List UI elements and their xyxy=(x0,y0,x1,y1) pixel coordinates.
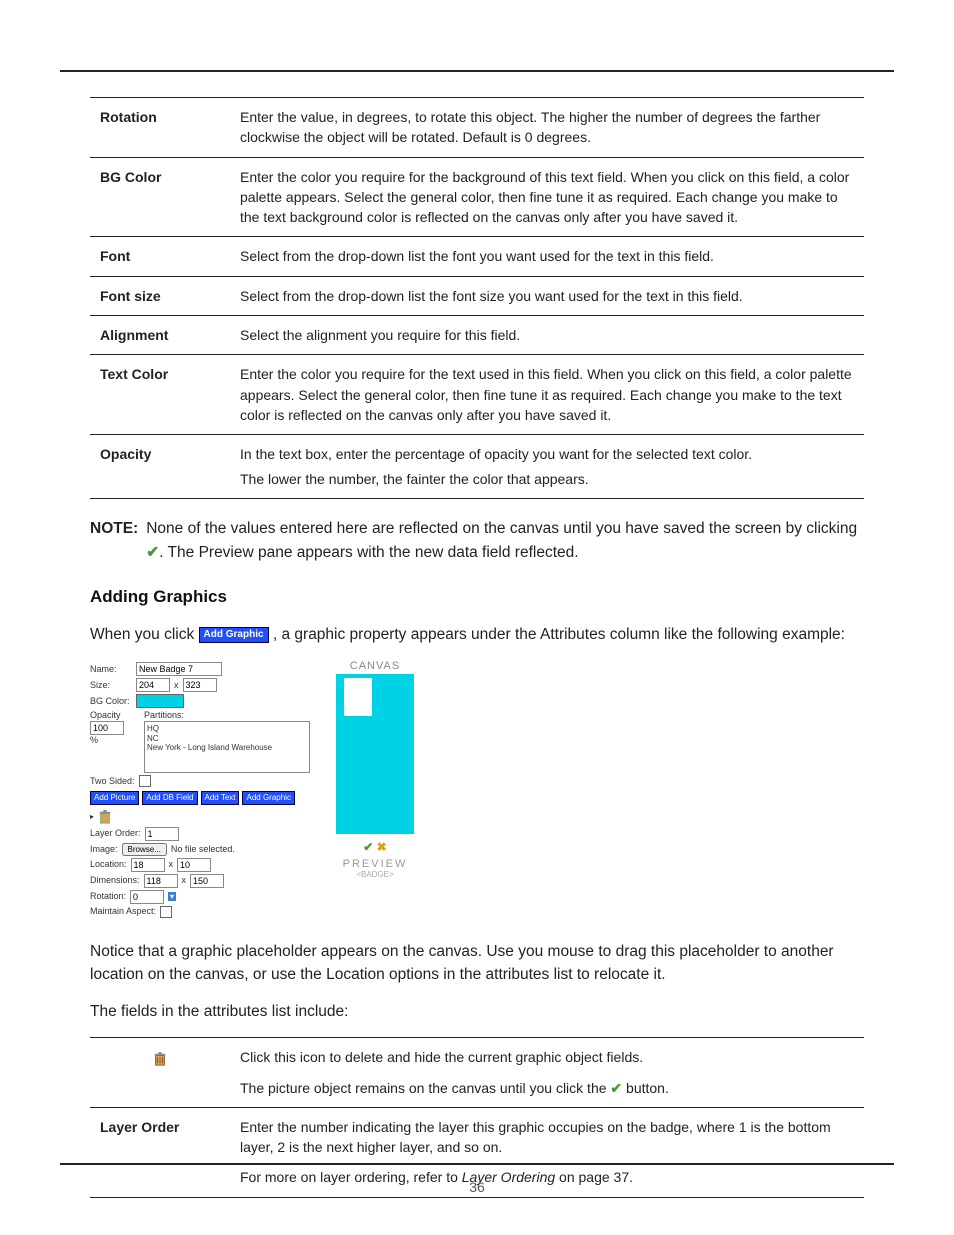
canvas-title: CANVAS xyxy=(320,660,430,672)
intro-text-a: When you click xyxy=(90,626,199,643)
intro-paragraph: When you click Add Graphic , a graphic p… xyxy=(90,623,864,646)
table-row: Click this icon to delete and hide the c… xyxy=(90,1038,864,1108)
fig-twosided-checkbox[interactable] xyxy=(139,775,151,787)
fig-browse-button[interactable]: Browse... xyxy=(122,843,167,856)
attributes-panel: Name: Size:x BG Color: Opacity % Partiti… xyxy=(90,660,310,919)
fig-layer-label: Layer Order: xyxy=(90,828,141,839)
row-key: Alignment xyxy=(90,316,230,355)
row-key: Opacity xyxy=(90,435,230,499)
table-row: Opacity In the text box, enter the perce… xyxy=(90,435,864,499)
fig-maintain-checkbox[interactable] xyxy=(160,906,172,918)
fig-image-label: Image: xyxy=(90,844,118,855)
fig-partitions-list[interactable]: HQ NC New York - Long Island Warehouse xyxy=(144,721,310,773)
save-icon[interactable]: ✔ xyxy=(363,840,373,854)
graphic-placeholder[interactable] xyxy=(344,678,372,716)
partition-item[interactable]: New York - Long Island Warehouse xyxy=(147,743,307,753)
section-heading: Adding Graphics xyxy=(90,587,864,607)
row-key: Rotation xyxy=(90,98,230,158)
fig-bgcolor-swatch[interactable] xyxy=(136,694,184,708)
row-val: Select from the drop-down list the font … xyxy=(230,237,864,276)
note-text-a: None of the values entered here are refl… xyxy=(146,520,857,537)
partition-item[interactable]: HQ xyxy=(147,724,307,734)
canvas-panel: CANVAS ✔ ✖ PREVIEW <BADGE> xyxy=(320,660,430,919)
trash-desc-2a: The picture object remains on the canvas… xyxy=(240,1080,610,1096)
row-val: Enter the color you require for the back… xyxy=(230,157,864,237)
fig-btn-add-text[interactable]: Add Text xyxy=(201,791,240,805)
row-val: Select the alignment you require for thi… xyxy=(230,316,864,355)
fig-bgcolor-label: BG Color: xyxy=(90,696,132,707)
fig-size-h[interactable] xyxy=(183,678,217,692)
fig-buttons-row: Add Picture Add DB Field Add Text Add Gr… xyxy=(90,791,310,805)
fig-name-label: Name: xyxy=(90,664,132,675)
fig-partitions-label: Partitions: xyxy=(144,710,310,721)
trash-icon-cell xyxy=(90,1038,230,1108)
note-body: None of the values entered here are refl… xyxy=(146,517,864,565)
checkmark-icon: ✔ xyxy=(610,1080,622,1096)
fig-loc-x[interactable] xyxy=(131,858,165,872)
fig-dimensions-label: Dimensions: xyxy=(90,875,140,886)
row-key: Font size xyxy=(90,276,230,315)
page-number: 36 xyxy=(0,1179,954,1195)
rotation-dropdown-icon[interactable]: ▾ xyxy=(168,892,176,902)
trash-desc-2b: button. xyxy=(622,1080,669,1096)
note-label: NOTE: xyxy=(90,517,138,565)
properties-table-2: Click this icon to delete and hide the c… xyxy=(90,1037,864,1197)
fig-size-w[interactable] xyxy=(136,678,170,692)
cancel-icon[interactable]: ✖ xyxy=(377,840,387,854)
row-val: Enter the value, in degrees, to rotate t… xyxy=(230,98,864,158)
layer-desc-1: Enter the number indicating the layer th… xyxy=(240,1119,831,1155)
fig-twosided-label: Two Sided: xyxy=(90,776,135,787)
fig-location-label: Location: xyxy=(90,859,127,870)
fig-size-label: Size: xyxy=(90,680,132,691)
row-key: Font xyxy=(90,237,230,276)
paragraph-fields-intro: The fields in the attributes list includ… xyxy=(90,1000,864,1023)
row-val: Enter the color you require for the text… xyxy=(230,355,864,435)
fig-dim-h[interactable] xyxy=(190,874,224,888)
fig-layer-input[interactable] xyxy=(145,827,179,841)
checkmark-icon: ✔ xyxy=(146,544,159,561)
row-val: Select from the drop-down list the font … xyxy=(230,276,864,315)
trash-icon[interactable] xyxy=(153,1051,167,1067)
trash-desc-1: Click this icon to delete and hide the c… xyxy=(240,1049,643,1065)
fig-opacity-label: Opacity xyxy=(90,710,140,721)
fig-opacity-unit: % xyxy=(90,735,140,746)
row-val: Click this icon to delete and hide the c… xyxy=(230,1038,864,1108)
fig-dim-w[interactable] xyxy=(144,874,178,888)
row-key: Text Color xyxy=(90,355,230,435)
table-row: Text ColorEnter the color you require fo… xyxy=(90,355,864,435)
fig-name-input[interactable] xyxy=(136,662,222,676)
preview-label: PREVIEW xyxy=(320,858,430,870)
partition-item[interactable]: NC xyxy=(147,734,307,744)
fig-btn-add-dbfield[interactable]: Add DB Field xyxy=(142,791,197,805)
fig-loc-y[interactable] xyxy=(177,858,211,872)
table-row: AlignmentSelect the alignment you requir… xyxy=(90,316,864,355)
row-key: BG Color xyxy=(90,157,230,237)
fig-rotation-label: Rotation: xyxy=(90,891,126,902)
properties-table-1: RotationEnter the value, in degrees, to … xyxy=(90,97,864,499)
fig-opacity-input[interactable] xyxy=(90,721,124,735)
row-val: In the text box, enter the percentage of… xyxy=(230,435,864,499)
table-row: FontSelect from the drop-down list the f… xyxy=(90,237,864,276)
add-graphic-button[interactable]: Add Graphic xyxy=(199,627,269,643)
intro-text-b: , a graphic property appears under the A… xyxy=(269,626,845,643)
fig-maintain-label: Maintain Aspect: xyxy=(90,906,156,917)
canvas-area[interactable] xyxy=(336,674,414,834)
badge-tag: <BADGE> xyxy=(320,870,430,879)
note-text-b: . The Preview pane appears with the new … xyxy=(159,544,578,561)
trash-icon[interactable] xyxy=(98,809,112,825)
table-row: RotationEnter the value, in degrees, to … xyxy=(90,98,864,158)
table-row: BG ColorEnter the color you require for … xyxy=(90,157,864,237)
note-block: NOTE: None of the values entered here ar… xyxy=(90,517,864,565)
fig-rotation-input[interactable] xyxy=(130,890,164,904)
paragraph-notice: Notice that a graphic placeholder appear… xyxy=(90,940,864,987)
fig-btn-add-picture[interactable]: Add Picture xyxy=(90,791,139,805)
attributes-figure: Name: Size:x BG Color: Opacity % Partiti… xyxy=(90,660,864,919)
opacity-line1: In the text box, enter the percentage of… xyxy=(240,446,752,462)
fig-no-file: No file selected. xyxy=(171,844,235,855)
table-row: Font sizeSelect from the drop-down list … xyxy=(90,276,864,315)
fig-btn-add-graphic[interactable]: Add Graphic xyxy=(242,791,294,805)
opacity-line2: The lower the number, the fainter the co… xyxy=(240,471,589,487)
